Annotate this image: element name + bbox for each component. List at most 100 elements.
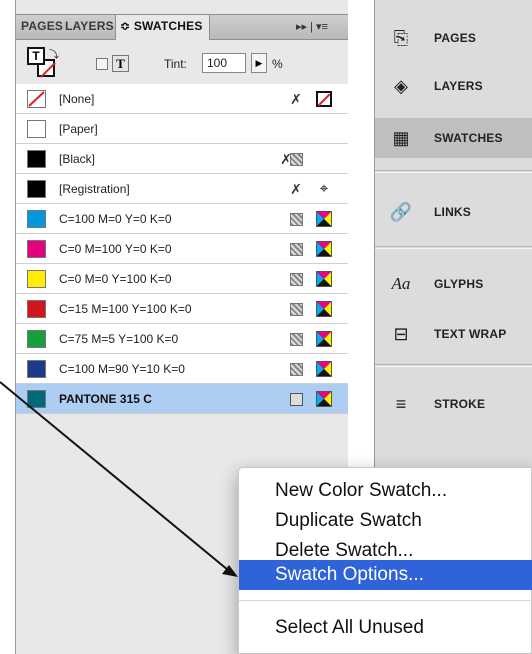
- dock-item-label: STROKE: [434, 397, 486, 411]
- menu-item-duplicate-swatch[interactable]: Duplicate Swatch: [239, 506, 532, 536]
- cmyk-icon: [316, 241, 332, 257]
- dock-item-label: LAYERS: [434, 79, 483, 93]
- process-color-icon: [290, 273, 303, 286]
- swatch-chip: [27, 180, 46, 198]
- non-editable-icon: ✗: [290, 91, 302, 107]
- panel-tab-bar: PAGES LAYERS ≎ SWATCHES ▸▸ | ▾≡: [16, 14, 349, 40]
- dock-item-label: PAGES: [434, 31, 477, 45]
- cmyk-icon: [316, 211, 332, 227]
- none-swatch-icon: [316, 91, 332, 107]
- menu-item-select-all-unused[interactable]: Select All Unused: [239, 613, 532, 643]
- swatch-name: C=0 M=0 Y=100 K=0: [59, 272, 172, 286]
- links-icon: 🔗: [389, 202, 413, 222]
- process-color-icon: [290, 333, 303, 346]
- layers-icon: ◈: [394, 76, 408, 96]
- swatch-row[interactable]: C=100 M=0 Y=0 K=0: [16, 204, 349, 234]
- cmyk-icon: [316, 331, 332, 347]
- dock-item-swatches[interactable]: ▦ SWATCHES: [375, 118, 532, 158]
- swatch-name: [Registration]: [59, 182, 130, 196]
- swatch-row[interactable]: C=15 M=100 Y=100 K=0: [16, 294, 349, 324]
- text-wrap-icon: ⊟: [393, 324, 409, 344]
- dock-divider: [375, 364, 532, 367]
- swatches-toolbar: T ⤵ T Tint: 100 ▶ %: [16, 41, 349, 83]
- dock-item-stroke[interactable]: ≡ STROKE: [375, 384, 532, 424]
- swatch-name: C=0 M=100 Y=0 K=0: [59, 242, 172, 256]
- swatch-name: C=15 M=100 Y=100 K=0: [59, 302, 192, 316]
- fill-icon[interactable]: T: [27, 47, 45, 65]
- swatch-row[interactable]: [Paper]: [16, 114, 349, 144]
- menu-separator: [239, 600, 532, 601]
- swatch-list: [None] ✗ [Paper] [Black] ✗ [Registration…: [16, 84, 349, 414]
- dock-item-glyphs[interactable]: Aa GLYPHS: [375, 264, 532, 304]
- fill-stroke-icon[interactable]: T ⤵: [27, 47, 59, 79]
- none-slash-icon: [28, 91, 45, 107]
- dock-divider: [375, 246, 532, 249]
- swatch-name: C=100 M=0 Y=0 K=0: [59, 212, 172, 226]
- dock-item-label: GLYPHS: [434, 277, 484, 291]
- swatch-row[interactable]: [None] ✗: [16, 84, 349, 114]
- dock-item-label: TEXT WRAP: [434, 327, 507, 341]
- process-color-icon: [290, 363, 303, 376]
- tab-layers[interactable]: LAYERS: [65, 19, 114, 33]
- dock-item-text-wrap[interactable]: ⊟ TEXT WRAP: [375, 314, 532, 354]
- cmyk-icon: [316, 301, 332, 317]
- swatch-name: PANTONE 315 C: [59, 392, 152, 406]
- swatch-name: [None]: [59, 92, 95, 106]
- non-editable-icon: ✗: [290, 181, 302, 197]
- formatting-text-icon[interactable]: T: [112, 55, 129, 72]
- swatch-chip: [27, 300, 46, 318]
- dock-divider: [375, 170, 532, 173]
- process-color-icon: [290, 153, 303, 166]
- swatch-name: C=100 M=90 Y=10 K=0: [59, 362, 185, 376]
- swatch-row[interactable]: C=75 M=5 Y=100 K=0: [16, 324, 349, 354]
- swap-icon[interactable]: ⤵: [49, 46, 59, 61]
- swatches-grid-icon: ▦: [392, 128, 410, 148]
- dock-item-pages[interactable]: ⎘ PAGES: [375, 18, 532, 58]
- context-menu: New Color Swatch... Duplicate Swatch Del…: [238, 467, 532, 654]
- menu-item-new-color-swatch[interactable]: New Color Swatch...: [239, 476, 532, 506]
- indesign-workspace: PAGES LAYERS ≎ SWATCHES ▸▸ | ▾≡ T ⤵ T Ti…: [0, 0, 532, 654]
- swatch-row[interactable]: C=0 M=100 Y=0 K=0: [16, 234, 349, 264]
- swatch-name: [Paper]: [59, 122, 98, 136]
- dock-item-label: SWATCHES: [434, 131, 503, 145]
- tab-swatches[interactable]: ≎ SWATCHES: [115, 15, 210, 40]
- tab-pages[interactable]: PAGES: [21, 19, 63, 33]
- tab-swatches-label: SWATCHES: [133, 19, 203, 33]
- tab-drag-icon: ≎: [120, 19, 131, 33]
- panel-menu-icon[interactable]: ▸▸ | ▾≡: [296, 20, 328, 33]
- swatch-row[interactable]: [Registration] ✗ ⌖: [16, 174, 349, 204]
- dock-item-layers[interactable]: ◈ LAYERS: [375, 66, 532, 106]
- dock-item-label: LINKS: [434, 205, 471, 219]
- cmyk-icon: [316, 361, 332, 377]
- swatch-chip: [27, 270, 46, 288]
- swatch-name: C=75 M=5 Y=100 K=0: [59, 332, 179, 346]
- cmyk-icon: [316, 391, 332, 407]
- swatch-chip: [27, 90, 46, 108]
- swatch-row[interactable]: C=0 M=0 Y=100 K=0: [16, 264, 349, 294]
- process-color-icon: [290, 303, 303, 316]
- swatch-row[interactable]: [Black] ✗: [16, 144, 349, 174]
- registration-icon: ⌖: [319, 180, 329, 197]
- process-color-icon: [290, 213, 303, 226]
- tint-unit: %: [272, 57, 283, 71]
- swatch-name: [Black]: [59, 152, 96, 166]
- menu-item-swatch-options[interactable]: Swatch Options...: [239, 560, 532, 590]
- process-color-icon: [290, 243, 303, 256]
- formatting-container-icon[interactable]: [96, 58, 108, 70]
- swatch-row[interactable]: C=100 M=90 Y=10 K=0: [16, 354, 349, 384]
- swatch-chip: [27, 360, 46, 378]
- tint-stepper-icon[interactable]: ▶: [251, 53, 267, 73]
- swatch-chip: [27, 240, 46, 258]
- swatch-chip: [27, 120, 46, 138]
- spot-color-icon: [290, 393, 303, 406]
- dock-item-links[interactable]: 🔗 LINKS: [375, 192, 532, 232]
- cmyk-icon: [316, 271, 332, 287]
- swatch-row-selected[interactable]: PANTONE 315 C: [16, 384, 349, 414]
- stroke-lines-icon: ≡: [395, 394, 407, 414]
- tint-label: Tint:: [164, 57, 187, 71]
- tint-input[interactable]: 100: [202, 53, 246, 73]
- swatch-chip: [27, 150, 46, 168]
- swatch-chip: [27, 330, 46, 348]
- swatch-chip: [27, 390, 46, 408]
- glyphs-icon: Aa: [391, 274, 411, 293]
